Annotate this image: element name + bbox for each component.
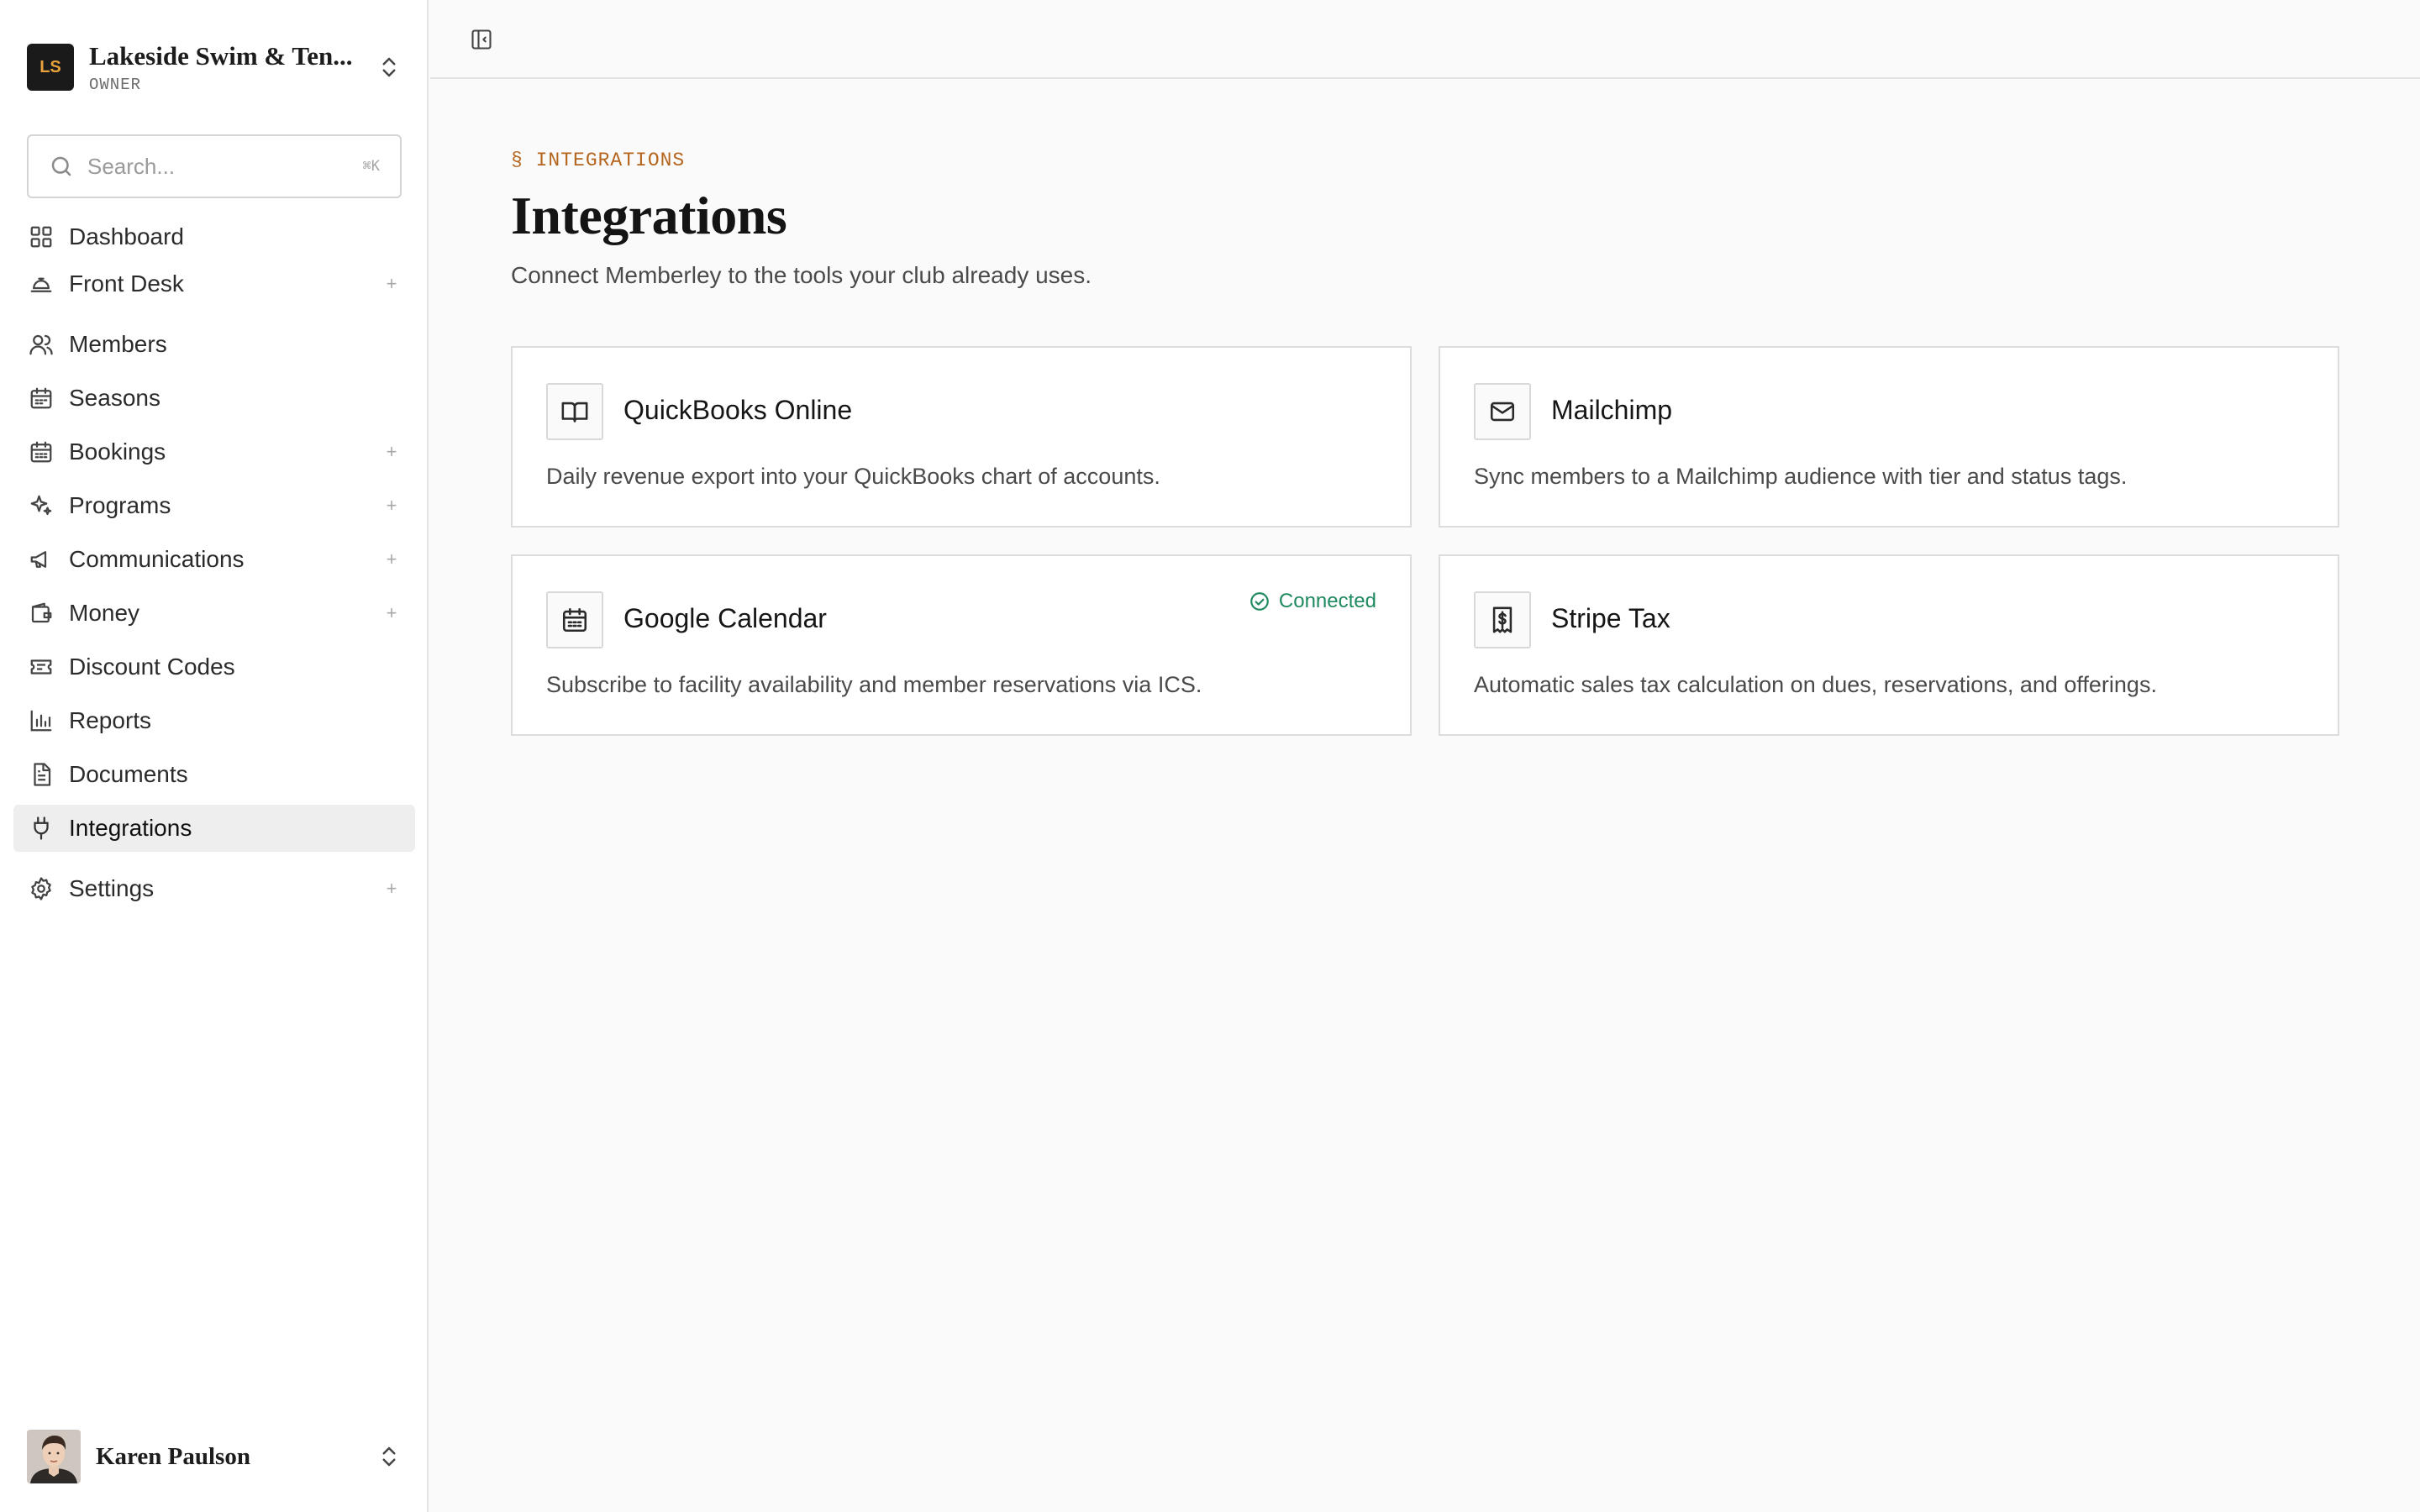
search-box[interactable]: ⌘K <box>27 134 402 198</box>
integration-card-quickbooks[interactable]: QuickBooks Online Daily revenue export i… <box>511 346 1412 528</box>
page-title: Integrations <box>511 186 787 245</box>
sidebar-item-label: Front Desk <box>69 270 184 297</box>
status-label: Connected <box>1278 590 1376 612</box>
sidebar-item-money[interactable]: Money + <box>13 590 415 637</box>
section-eyebrow: § INTEGRATIONS <box>511 150 686 171</box>
expand-plus-icon[interactable]: + <box>383 273 400 295</box>
sidebar-item-dashboard[interactable]: Dashboard <box>13 213 415 260</box>
integration-description: Sync members to a Mailchimp audience wit… <box>1474 464 2128 489</box>
sidebar-item-label: Communications <box>69 546 245 572</box>
search-shortcut: ⌘K <box>362 158 380 175</box>
sidebar-item-bookings[interactable]: Bookings + <box>13 428 415 475</box>
sidebar-item-label: Programs <box>69 492 171 518</box>
user-name: Karen Paulson <box>96 1442 250 1470</box>
sparkles-icon <box>30 495 52 516</box>
integration-name: QuickBooks Online <box>623 395 853 425</box>
integration-card-google-calendar[interactable]: Google Calendar Connected Subscribe to f… <box>511 554 1412 736</box>
sidebar-item-label: Members <box>69 331 167 357</box>
sidebar: LS Lakeside Swim & Ten... OWNER ⌘K Dashb… <box>0 0 429 1512</box>
integration-icon-box <box>546 591 603 648</box>
integration-icon-box <box>1474 591 1531 648</box>
integration-description: Daily revenue export into your QuickBook… <box>546 464 1160 489</box>
sidebar-item-label: Integrations <box>69 815 192 841</box>
sidebar-item-reports[interactable]: Reports <box>13 697 415 744</box>
org-logo: LS <box>27 44 74 91</box>
org-name: Lakeside Swim & Ten... <box>89 41 353 71</box>
sidebar-item-label: Reports <box>69 707 152 733</box>
expand-plus-icon[interactable]: + <box>383 495 400 517</box>
sidebar-item-label: Dashboard <box>69 223 184 249</box>
sidebar-item-label: Seasons <box>69 385 160 411</box>
book-open-icon <box>561 402 588 423</box>
dashboard-grid-icon <box>30 226 52 248</box>
users-icon <box>29 334 53 355</box>
sidebar-item-integrations[interactable]: Integrations <box>13 805 415 852</box>
integration-card-mailchimp[interactable]: Mailchimp Sync members to a Mailchimp au… <box>1439 346 2339 528</box>
org-role: OWNER <box>89 75 142 94</box>
plug-icon <box>34 816 49 840</box>
integration-description: Automatic sales tax calculation on dues,… <box>1474 672 2157 697</box>
calendar-check-icon <box>30 441 52 463</box>
sidebar-item-members[interactable]: Members <box>13 321 415 368</box>
gear-icon <box>31 877 51 900</box>
ticket-icon <box>30 659 52 675</box>
page-subtitle: Connect Memberley to the tools your club… <box>511 262 1092 288</box>
expand-plus-icon[interactable]: + <box>383 441 400 463</box>
integration-description: Subscribe to facility availability and m… <box>546 672 1202 697</box>
sidebar-item-front-desk[interactable]: Front Desk + <box>13 260 415 307</box>
sidebar-item-programs[interactable]: Programs + <box>13 482 415 529</box>
chevrons-up-down-icon <box>382 57 396 77</box>
calendar-icon <box>30 387 52 409</box>
integration-icon-box <box>546 383 603 440</box>
expand-plus-icon[interactable]: + <box>383 602 400 624</box>
wallet-icon <box>31 602 52 623</box>
expand-plus-icon[interactable]: + <box>383 549 400 570</box>
sidebar-item-label: Bookings <box>69 438 166 465</box>
sidebar-toggle-button[interactable] <box>466 24 497 55</box>
connected-status-badge: Connected <box>1249 590 1376 613</box>
integration-icon-box <box>1474 383 1531 440</box>
expand-plus-icon[interactable]: + <box>383 878 400 900</box>
org-switcher[interactable]: LS Lakeside Swim & Ten... OWNER <box>27 40 402 94</box>
integration-card-stripe-tax[interactable]: Stripe Tax Automatic sales tax calculati… <box>1439 554 2339 736</box>
sidebar-item-documents[interactable]: Documents <box>13 751 415 798</box>
sidebar-item-label: Money <box>69 600 140 626</box>
search-icon <box>51 156 71 176</box>
avatar <box>27 1430 81 1483</box>
concierge-bell-icon <box>30 277 52 292</box>
bar-chart-icon <box>30 710 52 732</box>
org-info: Lakeside Swim & Ten... OWNER <box>89 40 366 93</box>
sidebar-item-communications[interactable]: Communications + <box>13 536 415 583</box>
user-menu[interactable]: Karen Paulson <box>27 1430 402 1483</box>
sidebar-item-settings[interactable]: Settings + <box>13 865 415 912</box>
integration-name: Google Calendar <box>623 603 827 633</box>
sidebar-item-label: Settings <box>69 875 155 901</box>
panel-left-collapse-icon <box>471 29 492 50</box>
integration-name: Mailchimp <box>1551 395 1673 425</box>
file-text-icon <box>34 763 51 786</box>
sidebar-nav: Dashboard Front Desk + Members Seasons B… <box>13 213 415 912</box>
sidebar-item-label: Discount Codes <box>69 654 235 680</box>
calendar-icon <box>562 607 587 633</box>
sidebar-item-seasons[interactable]: Seasons <box>13 375 415 422</box>
sidebar-item-discount-codes[interactable]: Discount Codes <box>13 643 415 690</box>
receipt-dollar-icon <box>1492 606 1512 633</box>
chevrons-up-down-icon <box>382 1446 396 1467</box>
sidebar-item-label: Documents <box>69 761 188 787</box>
megaphone-icon <box>30 551 47 568</box>
search-input[interactable] <box>87 153 356 180</box>
topbar <box>430 0 2420 79</box>
integration-name: Stripe Tax <box>1551 603 1670 633</box>
mail-icon <box>1490 402 1515 422</box>
check-circle-icon <box>1250 592 1269 611</box>
